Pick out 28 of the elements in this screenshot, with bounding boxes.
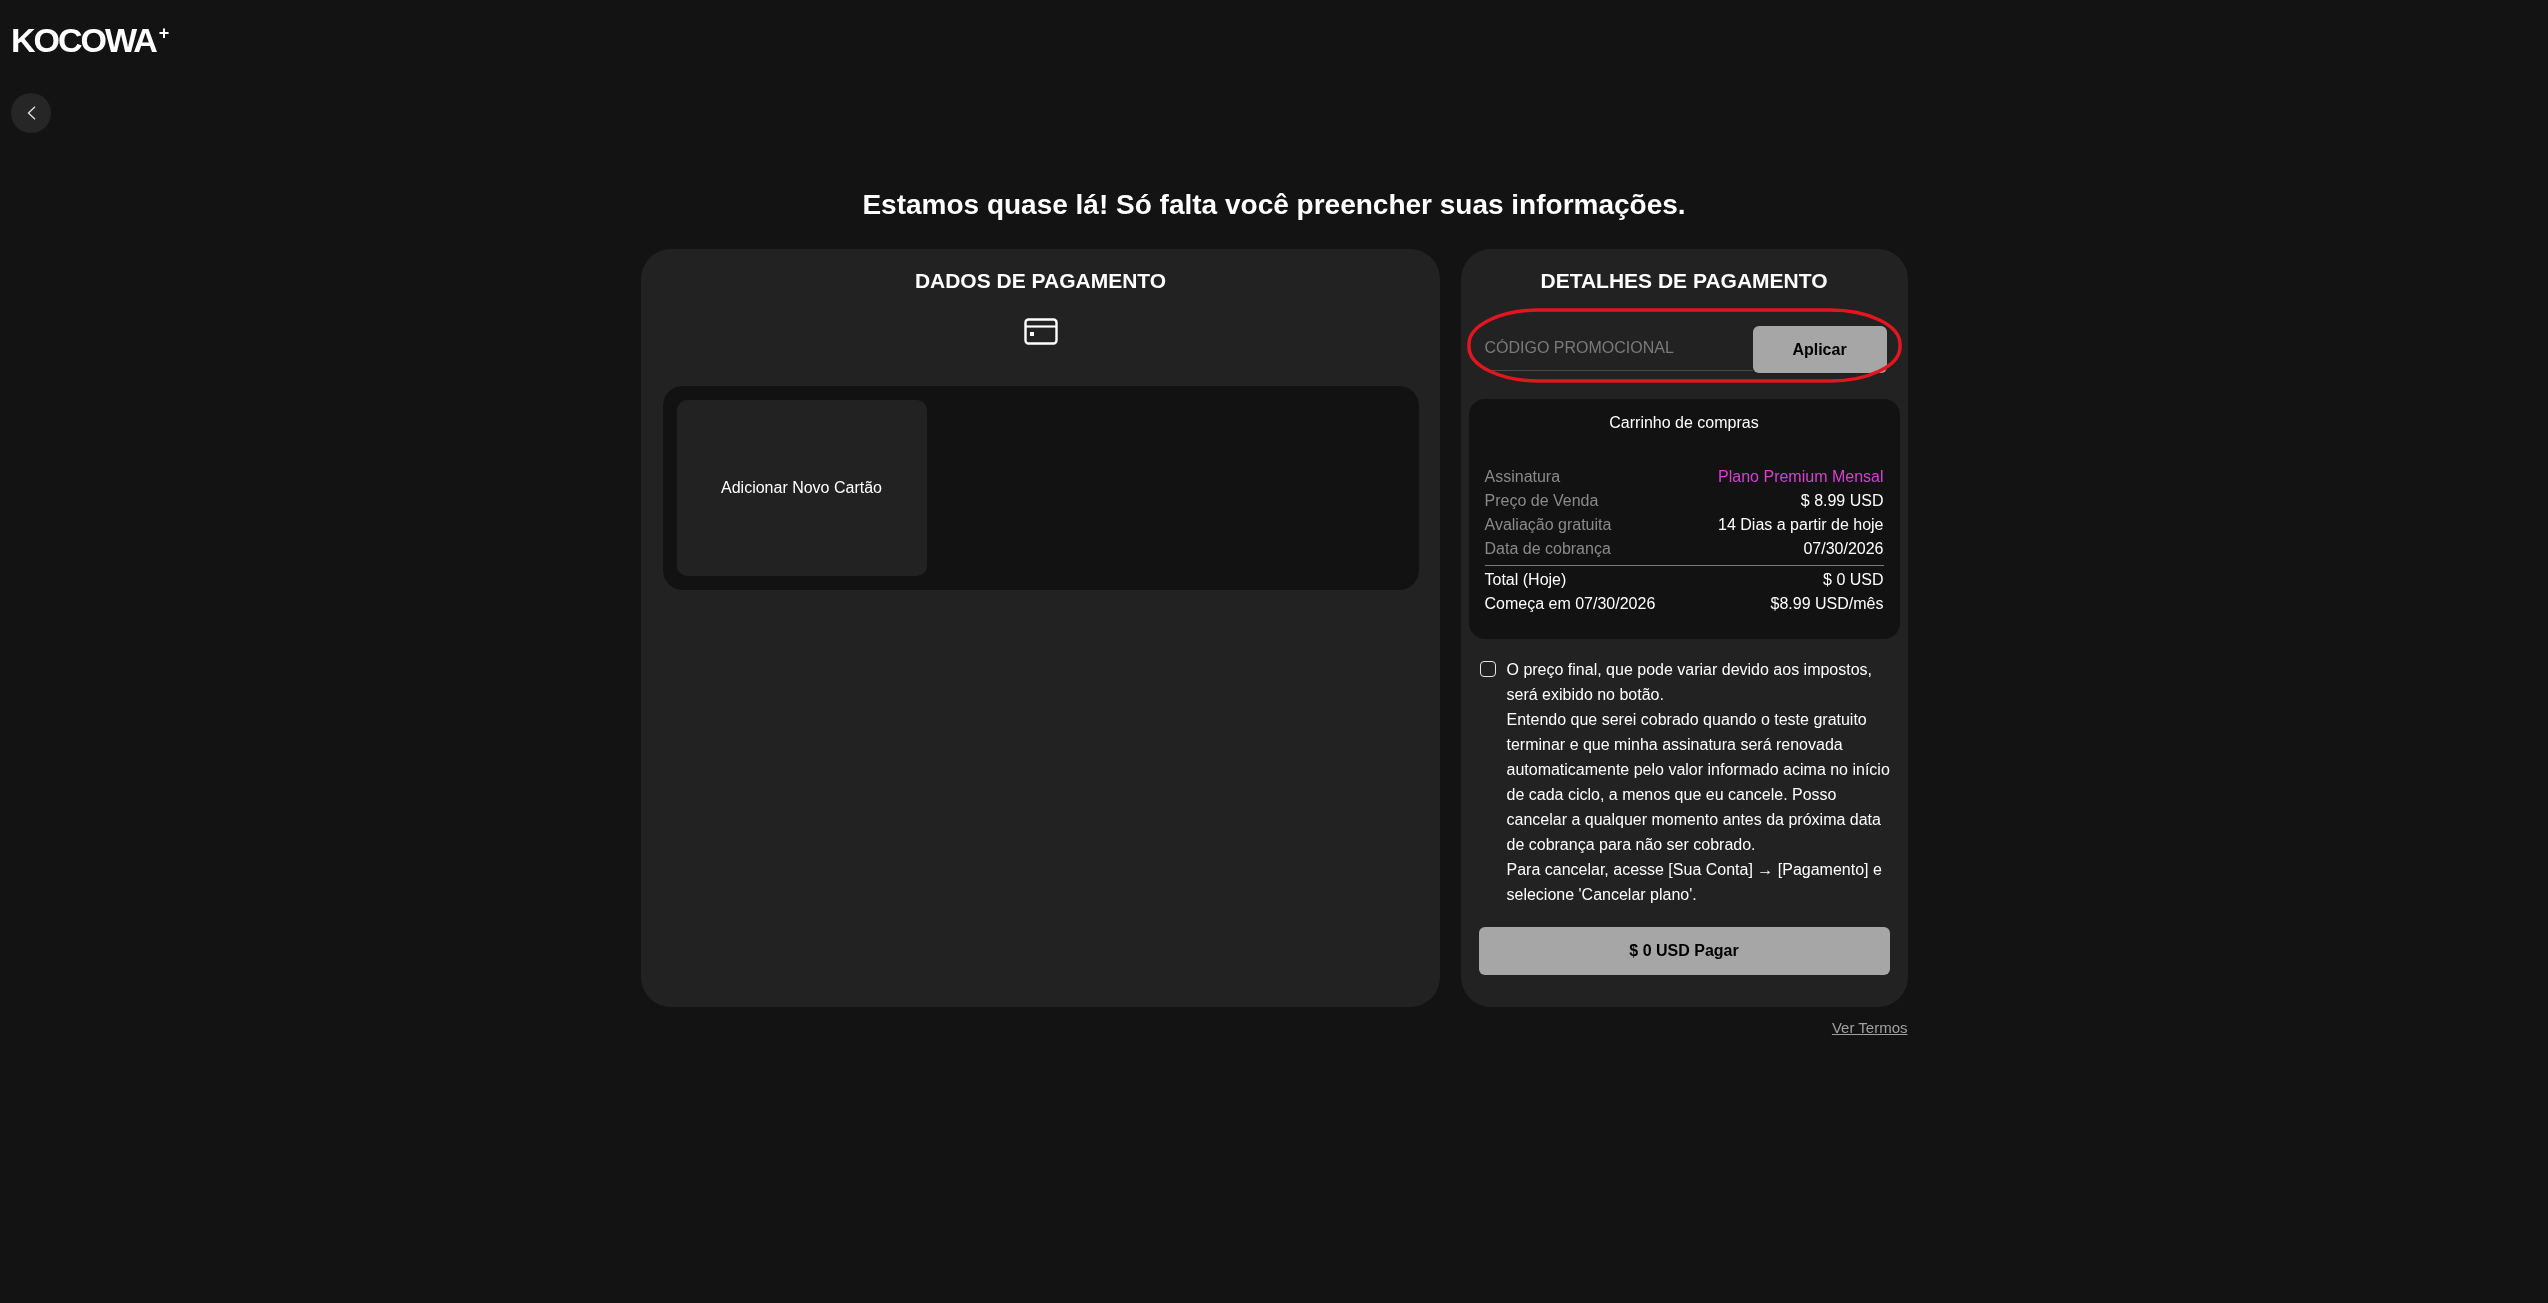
add-card-button[interactable]: Adicionar Novo Cartão [676, 400, 927, 576]
pay-button[interactable]: $ 0 USD Pagar [1478, 927, 1890, 975]
cart-value: Plano Premium Mensal [1718, 467, 1884, 487]
section-title: DETALHES DE PAGAMENTO [1539, 268, 1829, 294]
summary-label: Começa em 07/30/2026 [1484, 594, 1656, 614]
page-heading: Estamos quase lá! Só falta você preencher suas informações. [862, 188, 1686, 222]
promo-code-field[interactable]: CÓDIGO PROMOCIONAL [1484, 326, 1753, 371]
terms-link[interactable]: Ver Termos [1831, 1018, 1908, 1038]
cart-label: Preço de Venda [1484, 491, 1599, 511]
cart-label: Assinatura [1484, 467, 1561, 487]
logo: KOCOWA$^{+}$ [11, 22, 170, 58]
cart-value: $ 8.99 USD [1800, 491, 1884, 511]
consent-text: Para cancelar, acesse [Sua Conta] → [Pagamento] e selecione 'Cancelar plano'. [1506, 860, 1883, 905]
chevron-left-icon [26, 106, 36, 120]
consent-text: Entendo que serei cobrado quando o teste gratuito terminar e que minha assinatura será renovada automaticamente pelo valor informado acima no início de cada ciclo, a menos que eu cancele. Posso cancelar a qualquer momento antes da próxima data de cobrança para não ser cobrado. [1506, 710, 1891, 855]
summary-label: Total (Hoje) [1484, 570, 1567, 590]
section-title: DADOS DE PAGAMENTO [914, 268, 1167, 294]
cart-title: Carrinho de compras [1608, 413, 1760, 433]
consent-checkbox[interactable] [1479, 661, 1496, 677]
apply-button[interactable]: Aplicar [1752, 326, 1887, 373]
cart-value: 14 Dias a partir de hoje [1718, 515, 1884, 535]
cart-label: Data de cobrança [1484, 539, 1611, 559]
summary-value: $8.99 USD/mês [1770, 594, 1884, 614]
consent-text: O preço final, que pode variar devido aos impostos, será exibido no botão. [1506, 660, 1874, 705]
cart-label: Avaliação gratuita [1484, 515, 1612, 535]
summary-value: $ 0 USD [1823, 570, 1884, 590]
credit-card-icon [1023, 318, 1058, 345]
cart-value: 07/30/2026 [1803, 539, 1884, 559]
